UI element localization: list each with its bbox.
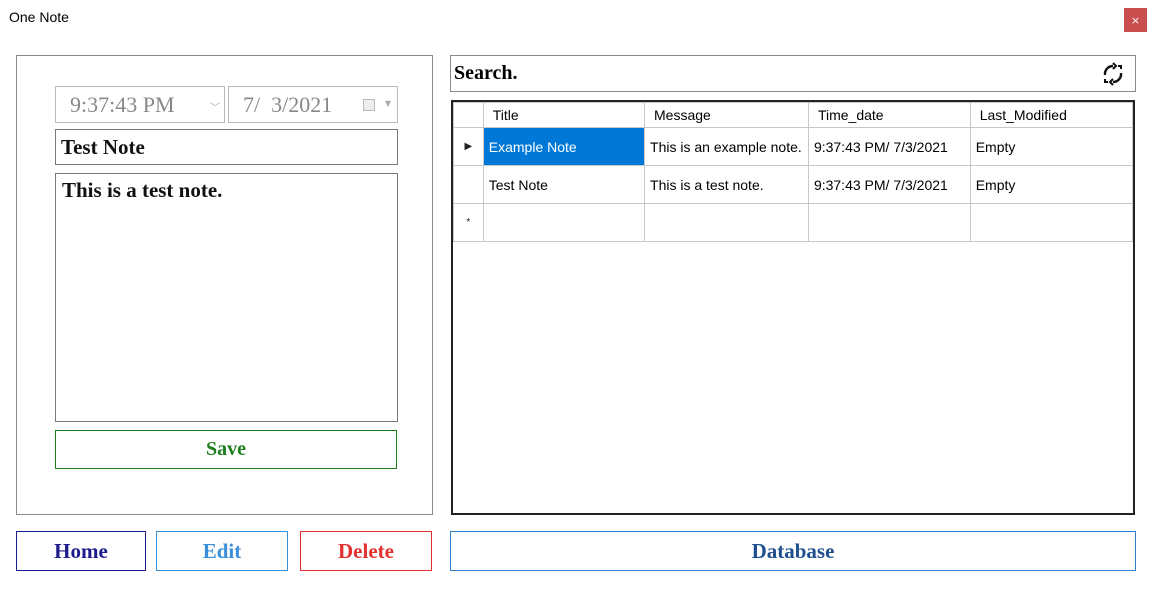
search-placeholder: Search. <box>454 62 518 84</box>
table-cell[interactable]: Empty <box>969 127 1134 166</box>
date-value: 7/ 3/2021 <box>243 91 333 117</box>
window-title: One Note <box>9 9 69 25</box>
column-header[interactable]: Title <box>482 102 646 128</box>
save-button[interactable]: Save <box>55 430 397 469</box>
edit-button[interactable]: Edit <box>156 531 288 571</box>
time-picker[interactable]: 9:37:43 PM ﹀ <box>55 86 225 123</box>
grid-header-row: Title Message Time_date Last_Modified <box>453 102 1134 128</box>
table-cell[interactable]: Empty <box>969 165 1134 204</box>
database-button[interactable]: Database <box>450 531 1136 571</box>
table-cell[interactable] <box>644 203 809 242</box>
table-cell[interactable]: Example Note <box>482 127 646 166</box>
refresh-icon[interactable] <box>1100 61 1126 87</box>
current-row-indicator-icon[interactable]: ▶ <box>453 127 484 166</box>
home-button[interactable]: Home <box>16 531 146 571</box>
table-cell[interactable]: 9:37:43 PM/ 7/3/2021 <box>807 165 971 204</box>
close-button[interactable]: × <box>1124 8 1147 32</box>
new-row-icon[interactable]: * <box>453 203 484 242</box>
new-row[interactable]: * <box>453 203 1134 242</box>
date-picker[interactable]: 7/ 3/2021 ▼ <box>228 86 398 123</box>
table-cell[interactable] <box>807 203 971 242</box>
table-cell[interactable] <box>482 203 646 242</box>
row-header[interactable] <box>453 165 484 204</box>
table-cell[interactable]: 9:37:43 PM/ 7/3/2021 <box>807 127 971 166</box>
table-row[interactable]: Test Note This is a test note. 9:37:43 P… <box>453 165 1134 204</box>
dropdown-arrow-icon[interactable]: ▼ <box>385 99 391 108</box>
column-header[interactable]: Last_Modified <box>969 102 1134 128</box>
column-header[interactable]: Message <box>644 102 809 128</box>
table-cell[interactable]: Test Note <box>482 165 646 204</box>
table-row[interactable]: ▶ Example Note This is an example note. … <box>453 127 1134 166</box>
table-cell[interactable]: This is a test note. <box>644 165 809 204</box>
table-cell[interactable] <box>969 203 1134 242</box>
table-cell[interactable]: This is an example note. <box>644 127 809 166</box>
chevron-down-icon[interactable]: ﹀ <box>210 99 220 114</box>
calendar-icon[interactable] <box>363 99 375 111</box>
notes-grid[interactable]: Title Message Time_date Last_Modified ▶ … <box>451 100 1135 515</box>
note-title-input[interactable]: Test Note <box>55 129 398 165</box>
note-message-input[interactable]: This is a test note. <box>55 173 398 422</box>
column-header[interactable]: Time_date <box>807 102 971 128</box>
time-value: 9:37:43 PM <box>70 91 175 117</box>
row-header-corner <box>453 102 484 128</box>
search-input[interactable]: Search. <box>450 55 1136 92</box>
delete-button[interactable]: Delete <box>300 531 432 571</box>
